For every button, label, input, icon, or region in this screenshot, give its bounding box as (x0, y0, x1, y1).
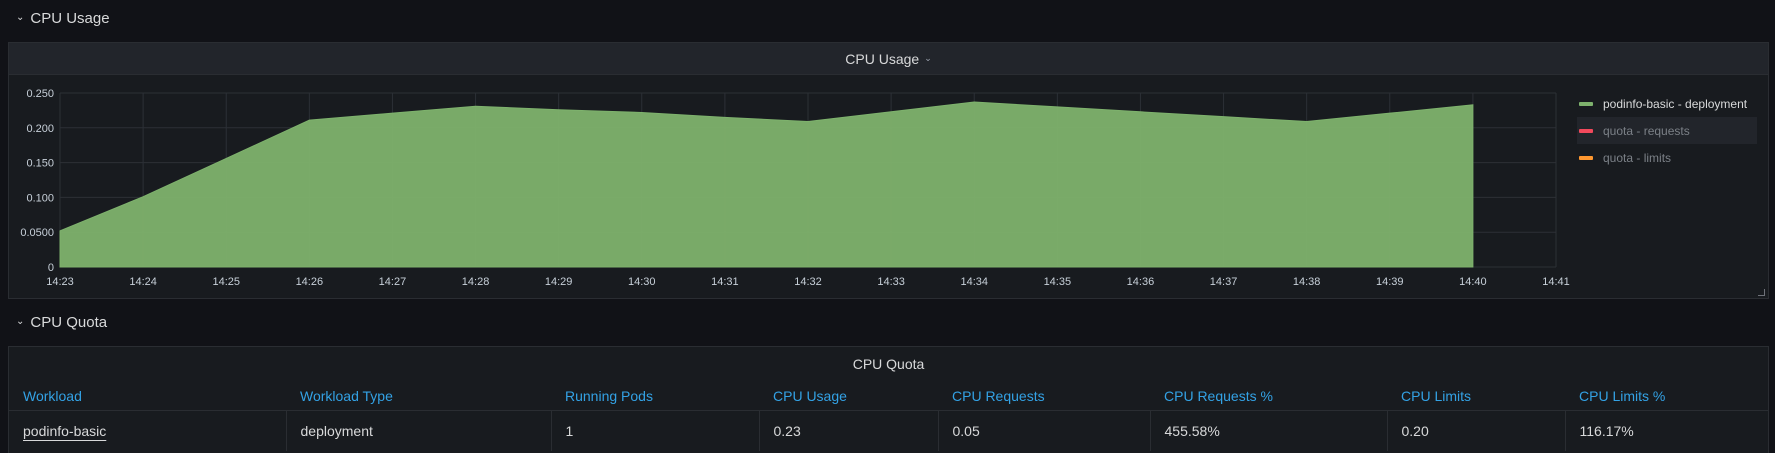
x-tick-label: 14:23 (46, 276, 74, 288)
table-cell: 116.17% (1565, 410, 1768, 451)
x-tick-label: 14:25 (212, 276, 240, 288)
legend-item-quota-limits[interactable]: quota - limits (1577, 144, 1757, 171)
chevron-down-icon: ⌄ (16, 315, 25, 327)
legend-item-quota-requests[interactable]: quota - requests (1577, 117, 1757, 144)
y-tick-label: 0.200 (26, 123, 54, 135)
chart-legend: podinfo-basic - deployment quota - reque… (1577, 90, 1757, 171)
y-tick-label: 0.150 (26, 158, 54, 170)
x-tick-label: 14:33 (877, 276, 905, 288)
x-tick-label: 14:32 (794, 276, 822, 288)
legend-swatch (1579, 101, 1593, 106)
x-tick-label: 14:27 (379, 276, 407, 288)
workload-link[interactable]: podinfo-basic (23, 423, 106, 439)
x-tick-label: 14:26 (296, 276, 324, 288)
column-header[interactable]: CPU Usage (759, 382, 938, 411)
legend-label: quota - limits (1603, 150, 1672, 165)
table-header-row: Workload Workload Type Running Pods CPU … (9, 382, 1768, 411)
y-tick-label: 0.250 (26, 88, 54, 100)
legend-label: podinfo-basic - deployment (1603, 96, 1748, 111)
table-cell: 1 (551, 410, 760, 451)
column-header[interactable]: Workload (9, 382, 286, 411)
x-tick-label: 14:35 (1044, 276, 1072, 288)
y-tick-label: 0.100 (26, 192, 54, 204)
table-cell: 0.23 (759, 410, 939, 451)
x-tick-label: 14:31 (711, 276, 739, 288)
column-header[interactable]: Running Pods (551, 382, 759, 411)
column-header[interactable]: CPU Requests % (1150, 382, 1387, 411)
table-row: podinfo-basic deployment 1 0.23 0.05 455… (9, 410, 1768, 451)
x-tick-label: 14:24 (129, 276, 157, 288)
panel-title: CPU Quota (852, 356, 925, 372)
x-tick-label: 14:41 (1542, 276, 1570, 288)
row-toggle-cpu-quota[interactable]: ⌄ CPU Quota (16, 311, 107, 333)
series-area (59, 101, 1474, 268)
legend-swatch (1579, 155, 1593, 160)
cpu-quota-panel: CPU Quota Workload Workload Type Running… (8, 346, 1769, 453)
x-tick-label: 14:29 (545, 276, 573, 288)
table-cell: 455.58% (1150, 410, 1388, 451)
x-tick-label: 14:37 (1210, 276, 1238, 288)
column-header[interactable]: CPU Limits (1387, 382, 1565, 411)
x-tick-label: 14:39 (1376, 276, 1404, 288)
x-tick-label: 14:34 (960, 276, 988, 288)
column-header[interactable]: Workload Type (286, 382, 551, 411)
table-cell: 0.20 (1387, 410, 1566, 451)
table-cell: deployment (286, 410, 552, 451)
y-tick-label: 0.0500 (20, 227, 54, 239)
x-tick-label: 14:40 (1459, 276, 1487, 288)
y-tick-label: 0 (48, 262, 54, 274)
table-cell: 0.05 (938, 410, 1151, 451)
cpu-usage-chart[interactable]: 0 0.0500 0.100 0.150 0.200 0.250 14:23 14:24 14:… (0, 0, 1775, 300)
cpu-quota-table: Workload Workload Type Running Pods CPU … (9, 382, 1768, 451)
column-header[interactable]: CPU Limits % (1565, 382, 1768, 411)
column-header[interactable]: CPU Requests (938, 382, 1150, 411)
table-cell: podinfo-basic (9, 410, 287, 451)
x-tick-label: 14:30 (628, 276, 656, 288)
legend-label: quota - requests (1603, 123, 1690, 138)
x-tick-label: 14:36 (1127, 276, 1155, 288)
x-tick-label: 14:28 (462, 276, 490, 288)
row-title: CPU Quota (30, 313, 108, 331)
x-tick-label: 14:38 (1293, 276, 1321, 288)
panel-header[interactable]: CPU Quota (9, 347, 1768, 381)
legend-item-podinfo[interactable]: podinfo-basic - deployment (1577, 90, 1757, 117)
legend-swatch (1579, 128, 1593, 133)
